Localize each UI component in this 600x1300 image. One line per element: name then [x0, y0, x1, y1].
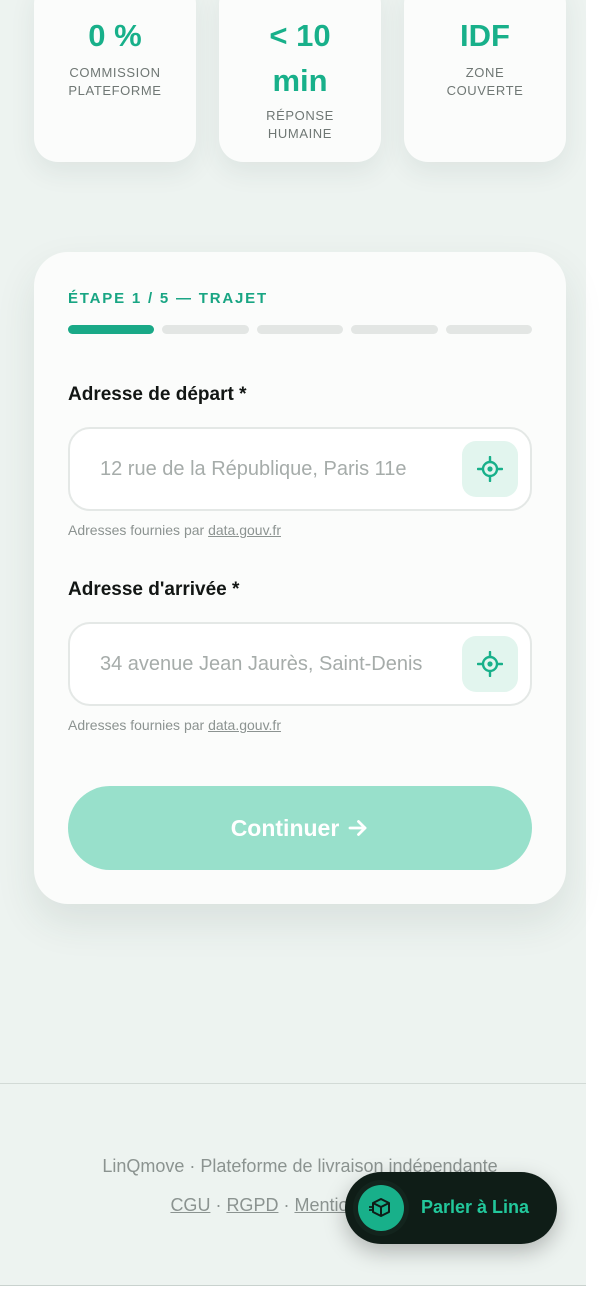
stat-value: < 10 min	[269, 18, 331, 98]
crosshair-icon	[477, 651, 503, 677]
footer-divider	[0, 1083, 586, 1084]
departure-label: Adresse de départ *	[68, 384, 247, 405]
arrival-field	[68, 622, 532, 706]
progress-segment-4	[351, 325, 438, 334]
data-gouv-link[interactable]: data.gouv.fr	[208, 522, 281, 538]
chat-avatar	[353, 1180, 409, 1236]
chat-label: Parler à Lina	[421, 1197, 530, 1217]
arrival-hint: Adresses fournies par data.gouv.fr	[68, 717, 281, 733]
stat-label: COMMISSION PLATEFORME	[68, 65, 162, 98]
stat-card-zone: IDF ZONE COUVERTE	[404, 0, 566, 162]
stat-value: 0 %	[88, 18, 142, 53]
continue-label: Continuer	[230, 814, 340, 841]
step-label: ÉTAPE 1 / 5 — TRAJET	[68, 290, 268, 307]
stat-label: ZONE COUVERTE	[446, 65, 524, 98]
step-progress	[68, 325, 533, 334]
arrival-locate-button[interactable]	[462, 636, 518, 692]
chat-button[interactable]: Parler à Lina	[345, 1172, 557, 1244]
stat-label: RÉPONSE HUMAINE	[266, 108, 334, 141]
stat-value: IDF	[460, 18, 510, 53]
footer-link-cgu[interactable]: CGU	[170, 1195, 210, 1215]
footer-link-rgpd[interactable]: RGPD	[226, 1195, 278, 1215]
package-icon	[369, 1198, 390, 1217]
departure-hint: Adresses fournies par data.gouv.fr	[68, 522, 281, 538]
progress-segment-5	[445, 325, 533, 334]
scrollbar-track	[586, 0, 600, 1300]
arrival-input[interactable]	[98, 644, 448, 684]
crosshair-icon	[477, 456, 503, 482]
stat-card-response: < 10 min RÉPONSE HUMAINE	[219, 0, 381, 162]
data-gouv-link[interactable]: data.gouv.fr	[208, 717, 281, 733]
trip-form-card: ÉTAPE 1 / 5 — TRAJET Adresse de départ *…	[34, 252, 566, 904]
arrival-label: Adresse d'arrivée *	[68, 579, 240, 600]
hint-text: Adresses fournies par	[68, 717, 205, 733]
hint-text: Adresses fournies par	[68, 522, 205, 538]
arrow-right-icon	[348, 820, 367, 836]
departure-field	[68, 427, 532, 511]
continue-button[interactable]: Continuer	[68, 786, 532, 870]
progress-segment-2	[162, 325, 249, 334]
stat-card-commission: 0 % COMMISSION PLATEFORME	[34, 0, 196, 162]
departure-locate-button[interactable]	[462, 441, 518, 497]
progress-segment-3	[256, 325, 344, 334]
progress-segment-1	[68, 325, 155, 334]
departure-input[interactable]	[98, 449, 448, 489]
